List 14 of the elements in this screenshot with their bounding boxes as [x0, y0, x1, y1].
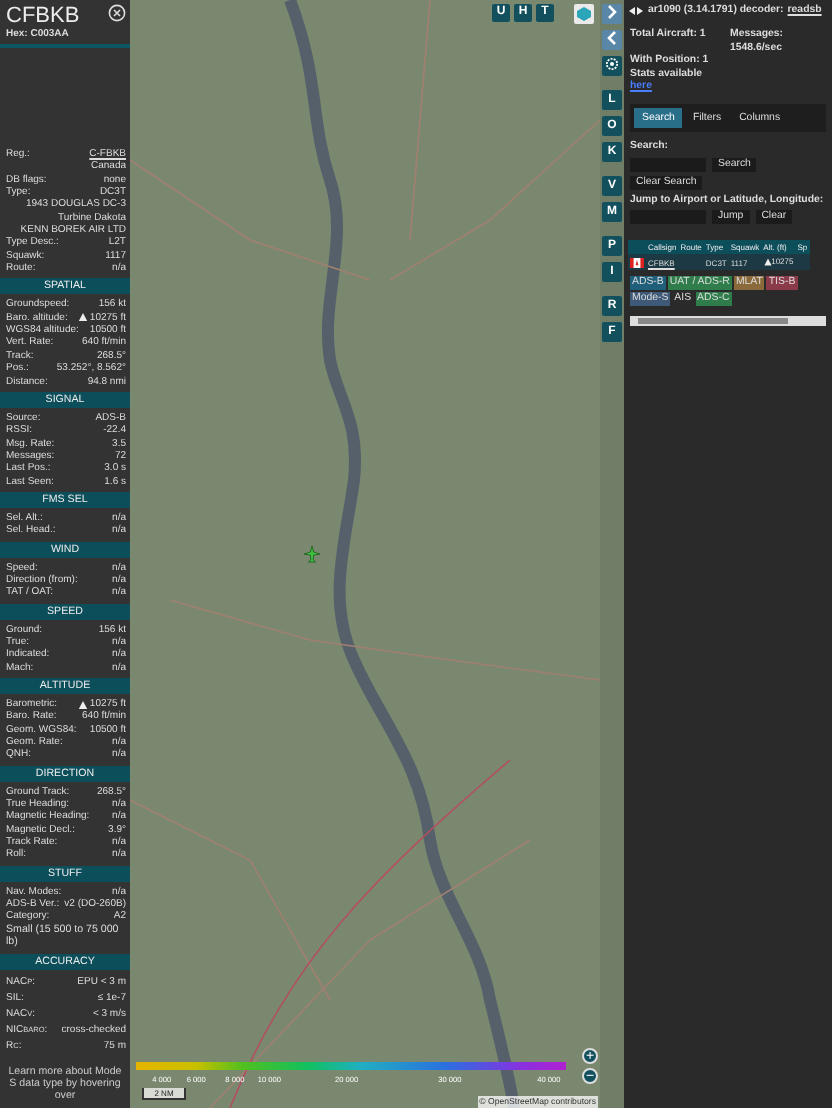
- scrollbar[interactable]: [630, 315, 826, 326]
- table-header: [628, 240, 646, 255]
- climb-triangle-icon: [763, 257, 772, 266]
- flag-icon: [630, 257, 644, 268]
- close-button[interactable]: [108, 4, 126, 22]
- settings-button[interactable]: [602, 56, 622, 76]
- aircraft-icon: [302, 544, 322, 564]
- climb-triangle-icon: [77, 312, 88, 323]
- aircraft-callsign: CFBKB: [6, 4, 80, 28]
- map-layers-button[interactable]: [574, 4, 594, 24]
- arrows-icon: [628, 5, 644, 16]
- expand-button[interactable]: [602, 4, 622, 24]
- collapse-button[interactable]: [602, 30, 622, 50]
- climb-triangle-icon: [77, 699, 88, 710]
